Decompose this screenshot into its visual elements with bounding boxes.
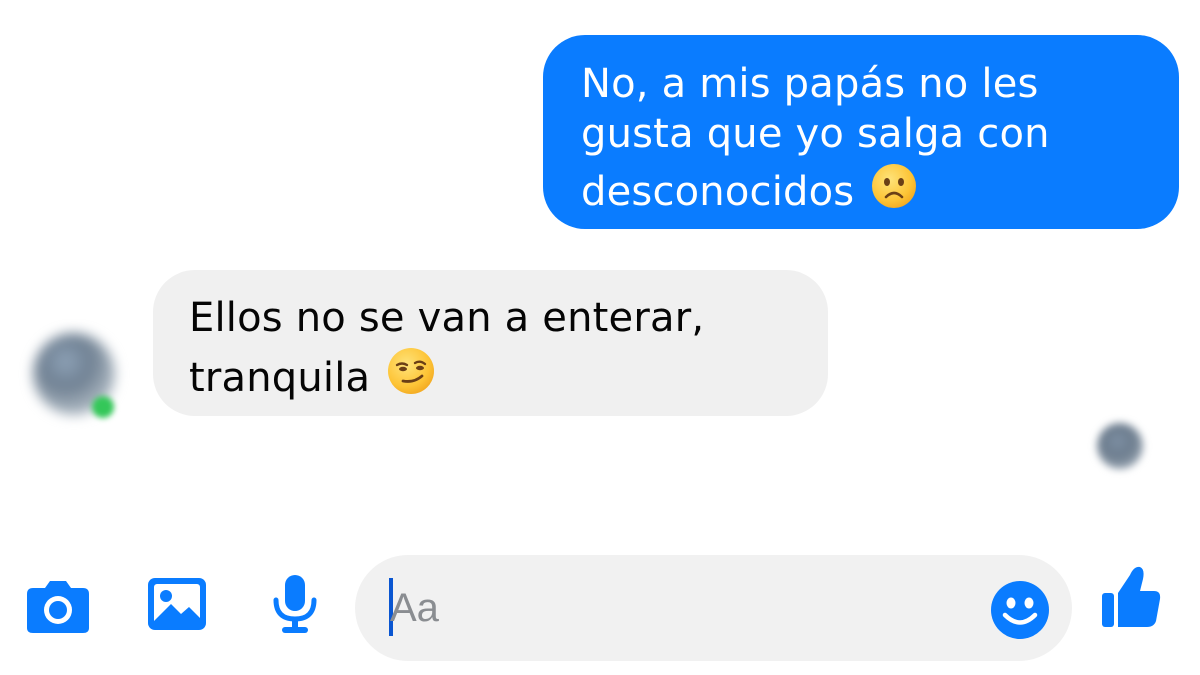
camera-icon[interactable]	[25, 578, 91, 634]
smirking-face-icon	[388, 348, 435, 394]
message-line: No, a mis papás no les	[581, 61, 1039, 107]
online-status-dot	[92, 396, 114, 418]
message-line: gusta que yo salga con	[581, 111, 1050, 157]
message-line: Ellos no se van a enterar,	[189, 295, 705, 341]
gallery-icon[interactable]	[147, 577, 207, 631]
message-line-with-emoji: desconocidos	[581, 159, 1149, 217]
message-composer: Aa	[0, 545, 1200, 675]
emoji-icon[interactable]	[990, 580, 1050, 640]
worried-face-icon	[872, 164, 917, 208]
message-input[interactable]	[355, 555, 1072, 661]
message-bubble-incoming[interactable]: Ellos no se van a enterar, tranquila	[153, 270, 828, 416]
seen-indicator-avatar	[1097, 423, 1143, 469]
thumbs-up-icon[interactable]	[1100, 563, 1162, 629]
chat-screen: No, a mis papás no les gusta que yo salg…	[0, 0, 1200, 675]
microphone-icon[interactable]	[270, 573, 320, 635]
message-line: desconocidos	[581, 169, 855, 215]
message-bubble-outgoing[interactable]: No, a mis papás no les gusta que yo salg…	[543, 35, 1179, 229]
message-input-placeholder: Aa	[390, 586, 439, 630]
message-line: tranquila	[189, 355, 371, 401]
message-line-with-emoji: tranquila	[189, 343, 798, 403]
